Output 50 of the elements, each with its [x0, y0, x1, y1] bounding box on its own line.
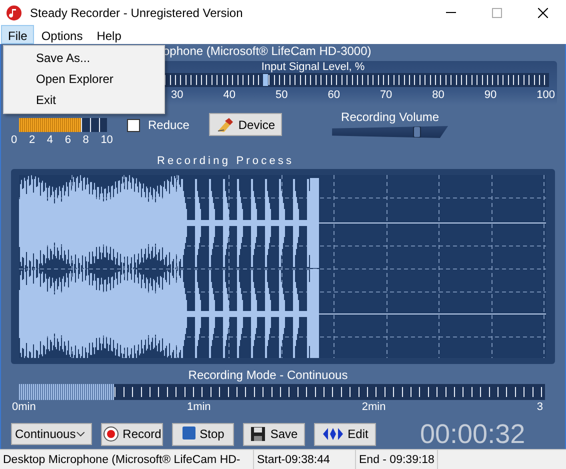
stop-button[interactable]: Stop [172, 422, 234, 446]
status-field: End - 09:39:18 [356, 450, 438, 469]
scale-label: 8 [82, 134, 89, 146]
elapsed-time: 00:00:32 [420, 418, 526, 450]
scale-label: 90 [484, 89, 497, 101]
section-title: Recording Mode - Continuous [187, 368, 349, 382]
app-icon [6, 4, 22, 20]
status-field: Desktop Microphone (Microsoft® LifeCam HD- [0, 450, 254, 469]
volume-slider[interactable] [332, 126, 448, 138]
menu-item[interactable]: File [1, 25, 34, 44]
square-icon [182, 426, 196, 442]
scale-label: 0min [12, 401, 36, 413]
scale-label: 40 [223, 89, 236, 101]
chevron-icon [76, 431, 85, 437]
scale-label: 2min [362, 401, 386, 413]
scale-label: 70 [380, 89, 392, 101]
menu-option[interactable]: Save As... [4, 48, 164, 69]
menu-item[interactable]: Help [90, 25, 128, 44]
scale-label: 100 [536, 89, 555, 101]
window-title: Steady Recorder - Unregistered Version [30, 6, 243, 20]
record-button[interactable]: Record [101, 422, 163, 446]
mode-dropdown[interactable]: Continuous [11, 423, 92, 445]
scale-label: 0 [11, 134, 18, 146]
scale-label: 80 [432, 89, 444, 101]
scale-label: 2 [28, 134, 36, 146]
meter-title: Input Signal Level, % [260, 61, 366, 73]
menu-option[interactable]: Exit [4, 90, 164, 111]
device-button[interactable]: Device [209, 113, 282, 136]
waveform-icon [322, 426, 344, 442]
section-title: Recording Process [156, 155, 296, 167]
checkbox-label: Reduce [148, 118, 190, 132]
scale-label: 10 [100, 134, 113, 146]
scale-label: 50 [275, 89, 288, 101]
menu-option[interactable]: Open Explorer [4, 69, 164, 90]
slider-label: Recording Volume [340, 110, 440, 124]
menu-item[interactable]: Options [34, 25, 90, 44]
record-icon [102, 426, 119, 442]
close-icon[interactable] [538, 8, 548, 18]
status-field: Start-09:38:44 [254, 450, 356, 469]
scale-label: 6 [64, 134, 71, 146]
reduce-checkbox[interactable] [127, 118, 140, 132]
maximize-icon[interactable] [492, 8, 502, 18]
save-button[interactable]: Save [243, 422, 305, 446]
scale-label: 1min [186, 401, 211, 413]
scale-label: 60 [328, 89, 340, 101]
plug-icon [216, 116, 234, 132]
scale-label: 3 [536, 401, 543, 413]
scale-label: 4 [46, 134, 53, 146]
edit-button[interactable]: Edit [314, 422, 376, 446]
scale-label: 30 [171, 89, 184, 101]
